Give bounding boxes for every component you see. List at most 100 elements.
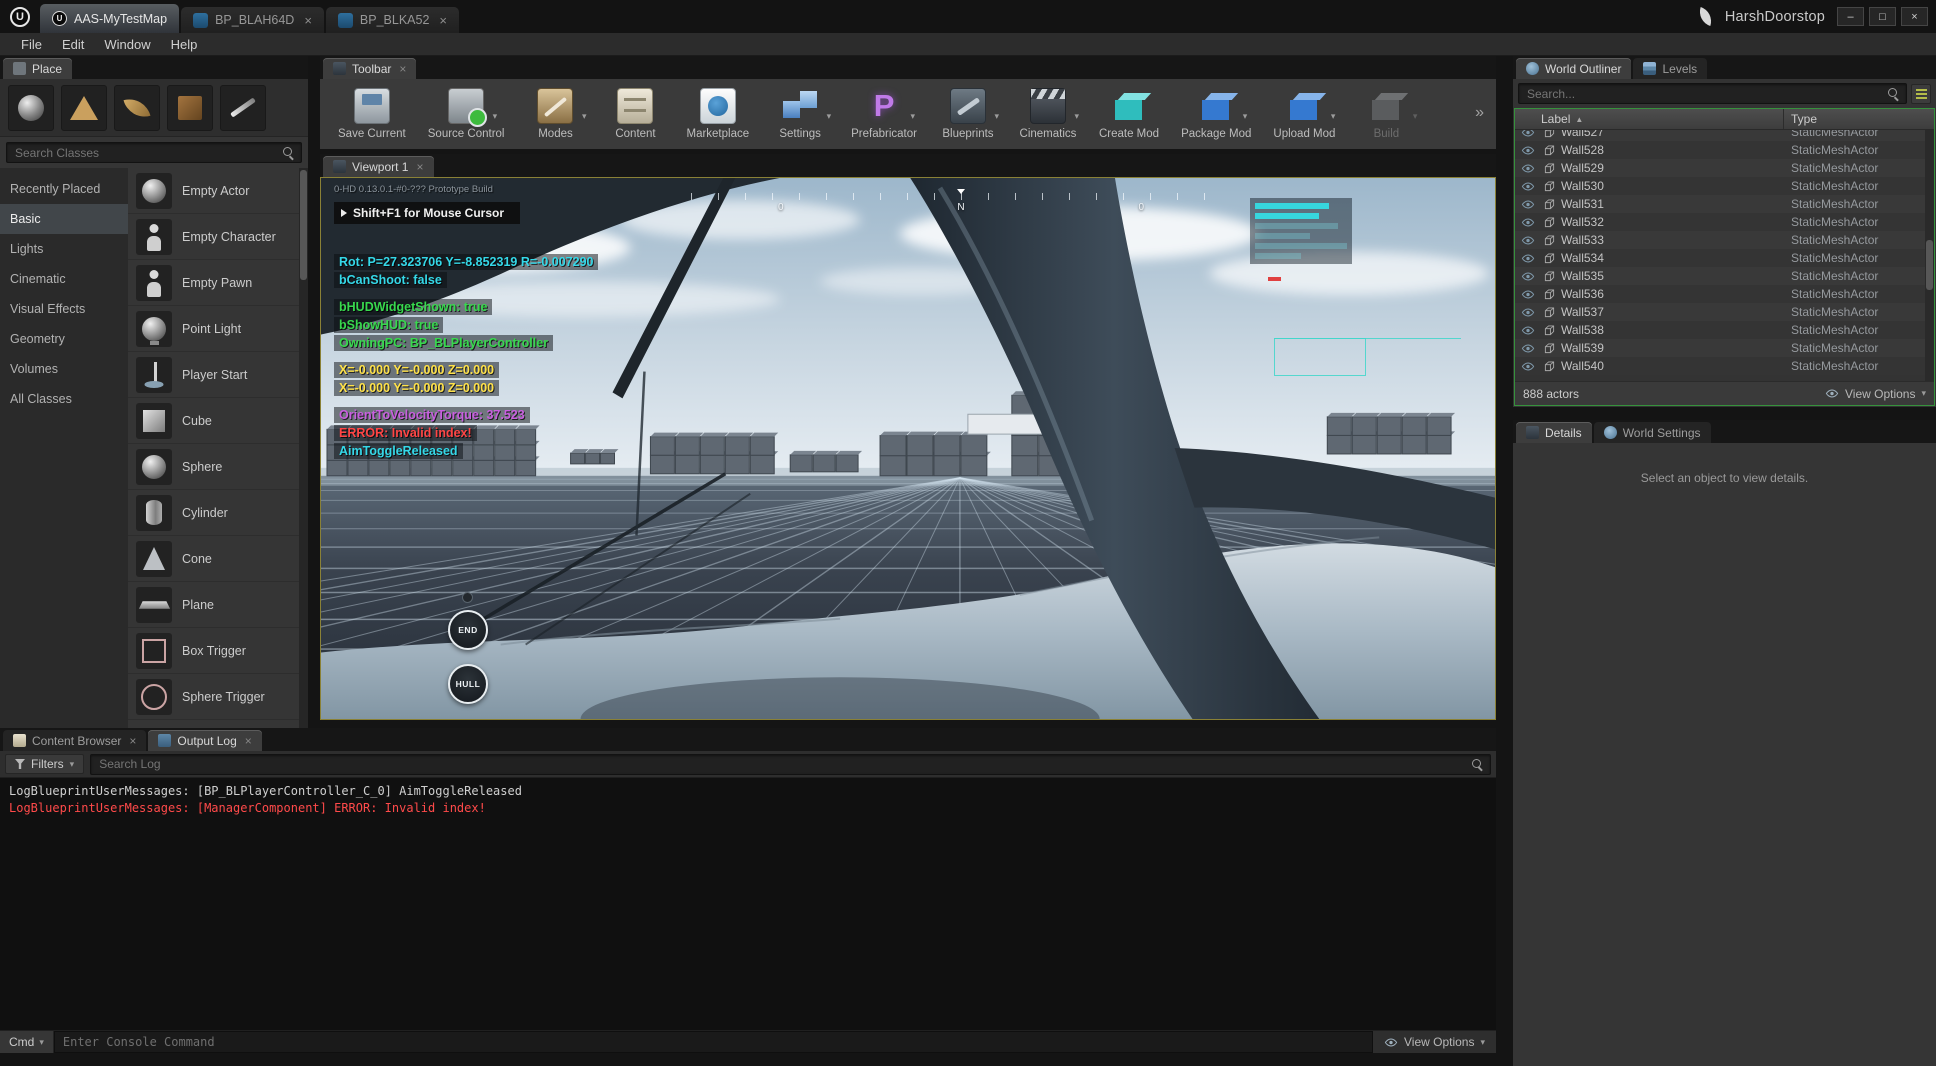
outliner-scrollbar[interactable] xyxy=(1925,130,1934,381)
chevron-down-icon[interactable]: ▾ xyxy=(493,111,498,122)
toolbar-button[interactable]: ▾ Settings xyxy=(763,85,837,142)
place-item[interactable]: Empty Actor xyxy=(128,168,308,214)
outliner-settings-icon[interactable] xyxy=(1911,84,1931,104)
document-tab[interactable]: AAS-MyTestMap xyxy=(40,4,179,33)
toolbar-button[interactable]: ▾ Build xyxy=(1349,85,1423,142)
visibility-eye-icon[interactable] xyxy=(1515,254,1541,263)
visibility-eye-icon[interactable] xyxy=(1515,146,1541,155)
chevron-down-icon[interactable]: ▾ xyxy=(911,111,916,122)
close-icon[interactable]: × xyxy=(416,160,423,174)
place-item[interactable]: Sphere xyxy=(128,444,308,490)
place-item[interactable]: Cylinder xyxy=(128,490,308,536)
table-row[interactable]: Wall529 StaticMeshActor xyxy=(1515,159,1934,177)
menu-item[interactable]: Help xyxy=(162,35,207,54)
visibility-eye-icon[interactable] xyxy=(1515,182,1541,191)
place-item[interactable]: Empty Character xyxy=(128,214,308,260)
toolbar-button[interactable]: ▾ Upload Mod xyxy=(1265,85,1343,142)
toolbar-button[interactable]: ▾ Blueprints xyxy=(931,85,1005,142)
tab-output-log[interactable]: Output Log × xyxy=(148,730,261,751)
place-item[interactable]: Sphere Trigger xyxy=(128,674,308,720)
visibility-eye-icon[interactable] xyxy=(1515,362,1541,371)
output-log-text[interactable]: LogBlueprintUserMessages: [BP_BLPlayerCo… xyxy=(0,778,1496,1030)
chevron-down-icon[interactable]: ▾ xyxy=(1074,111,1079,122)
tab-toolbar[interactable]: Toolbar × xyxy=(323,58,416,79)
toolbar-button[interactable]: ▾ Modes xyxy=(518,85,592,142)
tab-details[interactable]: Details xyxy=(1516,422,1592,443)
chevron-down-icon[interactable]: ▾ xyxy=(827,111,832,122)
place-item[interactable]: Plane xyxy=(128,582,308,628)
table-row[interactable]: Wall539 StaticMeshActor xyxy=(1515,339,1934,357)
toolbar-button[interactable]: Save Current xyxy=(330,85,414,142)
place-category[interactable]: Visual Effects xyxy=(0,294,128,324)
column-header-type[interactable]: Type xyxy=(1791,112,1817,126)
place-category[interactable]: Basic xyxy=(0,204,128,234)
close-icon[interactable]: × xyxy=(304,13,312,28)
log-view-options[interactable]: View Options ▾ xyxy=(1373,1031,1496,1053)
close-icon[interactable]: × xyxy=(245,734,252,748)
toolbar-button[interactable]: ▾ Package Mod xyxy=(1173,85,1259,142)
table-row[interactable]: Wall528 StaticMeshActor xyxy=(1515,141,1934,159)
toolbar-button[interactable]: Marketplace xyxy=(678,85,757,142)
outliner-view-options[interactable]: View Options ▾ xyxy=(1825,387,1926,401)
table-row[interactable]: Wall532 StaticMeshActor xyxy=(1515,213,1934,231)
visibility-eye-icon[interactable] xyxy=(1515,344,1541,353)
category-recent-icon[interactable] xyxy=(8,85,54,131)
table-row[interactable]: Wall533 StaticMeshActor xyxy=(1515,231,1934,249)
table-row[interactable]: Wall530 StaticMeshActor xyxy=(1515,177,1934,195)
place-item[interactable]: Empty Pawn xyxy=(128,260,308,306)
visibility-eye-icon[interactable] xyxy=(1515,218,1541,227)
chevron-down-icon[interactable]: ▾ xyxy=(582,111,587,122)
place-item[interactable]: Box Trigger xyxy=(128,628,308,674)
visibility-eye-icon[interactable] xyxy=(1515,272,1541,281)
close-icon[interactable]: × xyxy=(439,13,447,28)
table-row[interactable]: Wall537 StaticMeshActor xyxy=(1515,303,1934,321)
toolbar-overflow-icon[interactable]: » xyxy=(1471,104,1488,122)
place-item[interactable]: Point Light xyxy=(128,306,308,352)
close-icon[interactable]: × xyxy=(129,734,136,748)
tab-world-settings[interactable]: World Settings xyxy=(1594,422,1711,443)
table-row[interactable]: Wall535 StaticMeshActor xyxy=(1515,267,1934,285)
place-scrollbar[interactable] xyxy=(299,168,308,728)
table-row[interactable]: Wall527 StaticMeshActor xyxy=(1515,130,1934,141)
visibility-eye-icon[interactable] xyxy=(1515,236,1541,245)
category-brush-icon[interactable] xyxy=(220,85,266,131)
place-category[interactable]: Geometry xyxy=(0,324,128,354)
tab-place[interactable]: Place xyxy=(3,58,72,79)
place-category[interactable]: Recently Placed xyxy=(0,174,128,204)
place-category[interactable]: All Classes xyxy=(0,384,128,414)
visibility-eye-icon[interactable] xyxy=(1515,308,1541,317)
search-log-input[interactable] xyxy=(90,754,1491,775)
outliner-header-row[interactable]: Label ▲ Type xyxy=(1515,109,1934,130)
table-row[interactable]: Wall534 StaticMeshActor xyxy=(1515,249,1934,267)
toolbar-button[interactable]: ▾ Prefabricator xyxy=(843,85,925,142)
chevron-down-icon[interactable]: ▾ xyxy=(1331,111,1336,122)
chevron-down-icon[interactable]: ▾ xyxy=(1413,111,1418,122)
search-classes-input[interactable] xyxy=(6,142,302,163)
visibility-eye-icon[interactable] xyxy=(1515,200,1541,209)
table-row[interactable]: Wall540 StaticMeshActor xyxy=(1515,357,1934,375)
close-button[interactable]: × xyxy=(1901,7,1928,26)
visibility-eye-icon[interactable] xyxy=(1515,130,1541,137)
viewport-3d-view[interactable]: 0-HD 0.13.0.1-#0-??? Prototype Build Shi… xyxy=(320,177,1496,720)
document-tab[interactable]: BP_BLAH64D × xyxy=(181,7,324,33)
close-icon[interactable]: × xyxy=(399,62,406,76)
table-row[interactable]: Wall531 StaticMeshActor xyxy=(1515,195,1934,213)
tab-world-outliner[interactable]: World Outliner xyxy=(1516,58,1631,79)
chevron-down-icon[interactable]: ▾ xyxy=(1243,111,1248,122)
visibility-eye-icon[interactable] xyxy=(1515,326,1541,335)
toolbar-button[interactable]: Content xyxy=(598,85,672,142)
outliner-search-input[interactable] xyxy=(1518,83,1907,104)
place-item[interactable]: Cube xyxy=(128,398,308,444)
place-category[interactable]: Lights xyxy=(0,234,128,264)
column-header-label[interactable]: Label xyxy=(1515,112,1570,126)
category-basic-icon[interactable] xyxy=(61,85,107,131)
category-geometry-icon[interactable] xyxy=(167,85,213,131)
menu-item[interactable]: File xyxy=(12,35,51,54)
tab-levels[interactable]: Levels xyxy=(1633,58,1707,79)
console-command-input[interactable] xyxy=(54,1031,1373,1053)
table-row[interactable]: Wall536 StaticMeshActor xyxy=(1515,285,1934,303)
tab-content-browser[interactable]: Content Browser × xyxy=(3,730,146,751)
toolbar-button[interactable]: Create Mod xyxy=(1091,85,1167,142)
place-item[interactable]: Cone xyxy=(128,536,308,582)
chevron-down-icon[interactable]: ▾ xyxy=(994,111,999,122)
